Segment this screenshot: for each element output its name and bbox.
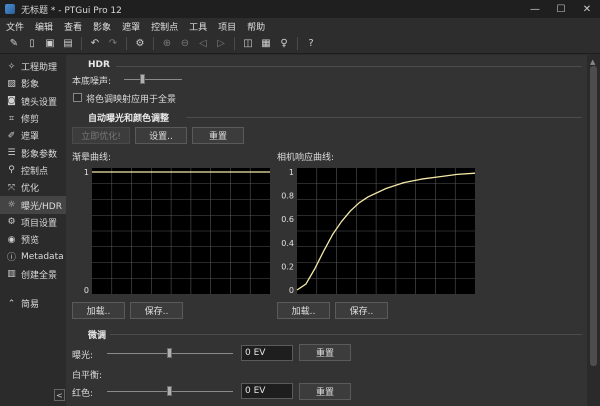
app-icon [5, 4, 15, 14]
image-icon: ▨ [7, 78, 16, 89]
eye-icon: ◉ [7, 234, 16, 245]
camera-icon: ◙ [7, 96, 16, 107]
menu-images[interactable]: 影象 [93, 20, 111, 33]
hdr-section-title: HDR [88, 60, 110, 70]
zoom-out-icon[interactable]: ⊖ [177, 36, 193, 52]
menu-mask[interactable]: 遮罩 [122, 20, 140, 33]
help-icon[interactable]: ? [303, 36, 319, 52]
sidebar-item-lens-settings[interactable]: ◙ 镜头设置 [0, 93, 66, 110]
sidebar-item-image-parameters[interactable]: ☰ 影象参数 [0, 144, 66, 161]
collapse-sidebar-button[interactable]: < [54, 389, 65, 401]
sidebar-item-crop[interactable]: ⌗ 修剪 [0, 110, 66, 127]
sidebar-item-mask[interactable]: ✐ 遮罩 [0, 127, 66, 144]
previous-icon[interactable]: ◁ [195, 36, 211, 52]
exposure-slider-thumb[interactable] [167, 348, 172, 358]
menu-tools[interactable]: 工具 [189, 20, 207, 33]
panorama-icon: ▥ [7, 269, 16, 280]
sidebar: ✧ 工程助理 ▨ 影象 ◙ 镜头设置 ⌗ 修剪 ✐ 遮罩 ☰ 影象参数 ⚲ 控制点 ⤧ 优化 ☼… [0, 55, 66, 406]
menu-control-points[interactable]: 控制点 [151, 20, 178, 33]
close-button[interactable]: ✕ [574, 0, 600, 18]
noise-floor-slider[interactable] [124, 79, 182, 80]
sidebar-item-images[interactable]: ▨ 影象 [0, 75, 66, 92]
vignetting-save-button[interactable]: 保存.. [130, 302, 183, 319]
sidebar-item-optimize[interactable]: ⤧ 优化 [0, 179, 66, 196]
pin-icon: ⚲ [8, 165, 15, 176]
response-load-button[interactable]: 加载.. [277, 302, 330, 319]
sidebar-item-exposure-hdr[interactable]: ☼ 曝光/HDR [0, 196, 66, 214]
sidebar-item-project-settings[interactable]: ⚙ 项目设置 [0, 214, 66, 231]
apply-tonemap-checkbox[interactable] [73, 93, 82, 102]
red-label: 红色: [72, 389, 94, 399]
red-input[interactable]: 0 EV [241, 383, 293, 399]
camera-response-curve-chart[interactable]: 0 0.2 0.4 0.6 0.8 1 [277, 162, 477, 298]
vignetting-curve-chart[interactable]: 01 [72, 162, 272, 298]
response-ytick-label: 0.8 [281, 192, 294, 201]
menu-bar: 文件 编辑 查看 影象 遮罩 控制点 工具 项目 帮助 [0, 18, 600, 34]
menu-help[interactable]: 帮助 [247, 20, 265, 33]
brush-icon: ✐ [7, 130, 16, 141]
info-icon: ⓘ [6, 253, 16, 264]
response-save-button[interactable]: 保存.. [335, 302, 388, 319]
open-file-icon[interactable]: ▯ [24, 36, 40, 52]
fine-tune-section-title: 微调 [88, 331, 107, 341]
response-ytick-label: 1 [289, 168, 294, 177]
noise-floor-slider-thumb[interactable] [140, 74, 146, 84]
response-ytick-label: 0.6 [281, 215, 294, 224]
sidebar-item-simple-mode[interactable]: ⌃ 简易 [0, 295, 66, 312]
chevron-up-circle-icon: ⌃ [7, 298, 16, 309]
grid-table-icon[interactable]: ▦ [258, 36, 274, 52]
response-ytick-label: 0.2 [281, 262, 294, 271]
optimize-icon: ⤧ [7, 182, 16, 193]
sidebar-item-control-points[interactable]: ⚲ 控制点 [0, 162, 66, 179]
toolbar: ✎ ▯ ▣ ▤ ↶ ↷ ⚙ ⊕ ⊖ ◁ ▷ ◫ ▦ ♀ ? [0, 34, 600, 54]
vignetting-load-button[interactable]: 加载.. [72, 302, 125, 319]
sliders-icon: ☰ [7, 148, 16, 159]
exposure-input[interactable]: 0 EV [241, 345, 293, 361]
gear-icon: ⚙ [7, 217, 16, 228]
next-icon[interactable]: ▷ [213, 36, 229, 52]
menu-project[interactable]: 项目 [218, 20, 236, 33]
panorama-editor-icon[interactable]: ◫ [240, 36, 256, 52]
apply-tonemap-label: 将色调映射应用于全景 [86, 95, 177, 105]
response-ytick-label: 0 [289, 286, 294, 295]
title-bar: 无标题 * - PTGui Pro 12 — ☐ ✕ [0, 0, 600, 18]
scrollbar-thumb[interactable] [590, 66, 597, 366]
red-reset-button[interactable]: 重置 [299, 383, 351, 400]
menu-view[interactable]: 查看 [64, 20, 82, 33]
sun-icon: ☼ [7, 200, 16, 211]
sparkle-icon: ✧ [7, 61, 16, 72]
crop-icon: ⌗ [8, 113, 15, 124]
open-project-icon[interactable]: ▣ [42, 36, 58, 52]
sidebar-item-project-assistant[interactable]: ✧ 工程助理 [0, 58, 66, 75]
noise-floor-label: 本底噪声: [72, 77, 112, 87]
vignetting-ytick-label: 0 [84, 286, 89, 295]
sidebar-item-metadata[interactable]: ⓘ Metadata [0, 248, 66, 265]
save-icon[interactable]: ▤ [60, 36, 76, 52]
white-balance-label: 白平衡: [72, 371, 103, 381]
auto-exposure-section-title: 自动曝光和颜色调整 [88, 114, 170, 124]
exposure-reset-button[interactable]: 重置 [299, 344, 351, 361]
menu-edit[interactable]: 编辑 [35, 20, 53, 33]
vignetting-ytick-label: 1 [84, 168, 89, 177]
new-project-icon[interactable]: ✎ [6, 36, 22, 52]
optimize-now-button[interactable]: 立即优化! [72, 127, 130, 144]
red-slider-thumb[interactable] [167, 386, 172, 396]
sidebar-item-create-panorama[interactable]: ▥ 创建全景 [0, 266, 66, 283]
redo-icon[interactable]: ↷ [105, 36, 121, 52]
settings-button[interactable]: 设置.. [135, 127, 187, 144]
settings-gear-icon[interactable]: ⚙ [132, 36, 148, 52]
lightbulb-icon[interactable]: ♀ [276, 36, 292, 52]
sidebar-item-preview[interactable]: ◉ 预览 [0, 231, 66, 248]
undo-icon[interactable]: ↶ [87, 36, 103, 52]
scroll-up-icon[interactable]: ▲ [590, 58, 595, 66]
minimize-button[interactable]: — [522, 0, 548, 18]
auto-exposure-reset-button[interactable]: 重置 [192, 127, 244, 144]
exposure-label: 曝光: [72, 351, 94, 361]
window-title: 无标题 * - PTGui Pro 12 [21, 5, 122, 16]
response-ytick-label: 0.4 [281, 239, 294, 248]
menu-file[interactable]: 文件 [6, 20, 24, 33]
zoom-in-icon[interactable]: ⊕ [159, 36, 175, 52]
maximize-button[interactable]: ☐ [548, 0, 574, 18]
